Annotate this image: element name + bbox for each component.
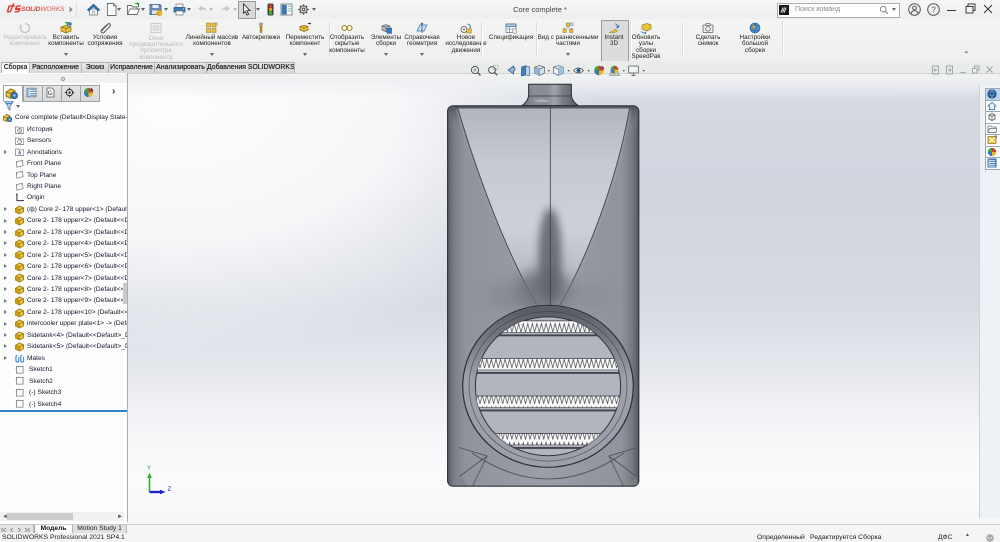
- svg-text:Z: Z: [168, 487, 172, 493]
- svg-text:SOLIDWORKS: SOLIDWORKS: [21, 6, 65, 13]
- svg-text:Y: Y: [147, 466, 151, 472]
- svg-text:?: ?: [931, 5, 936, 14]
- svg-text:!: !: [158, 11, 159, 16]
